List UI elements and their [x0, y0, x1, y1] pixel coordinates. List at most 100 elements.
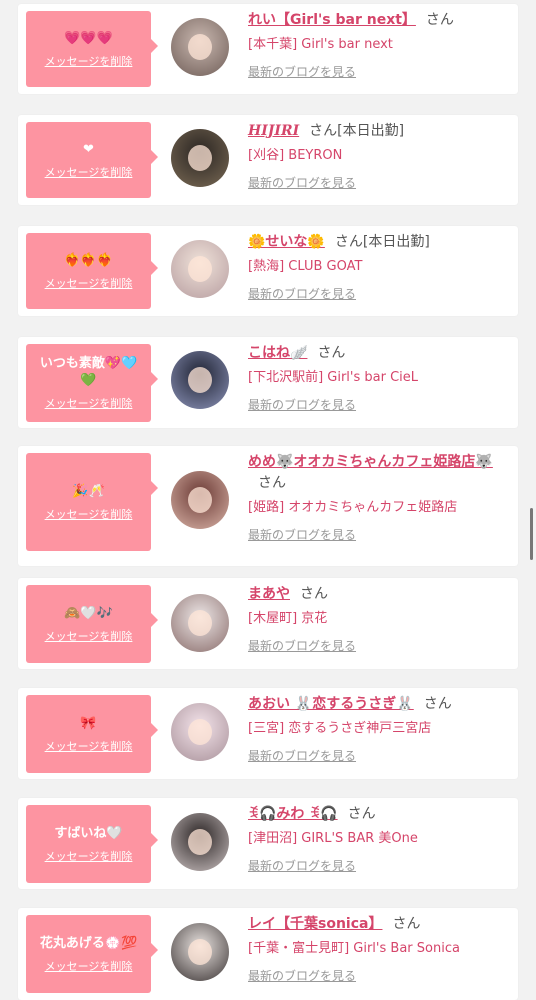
name-line: ꉂ🎧みわ ꉂ🎧 さん: [248, 804, 512, 825]
delete-message-link[interactable]: メッセージを削除: [45, 848, 133, 864]
cast-name-link[interactable]: 🌼せいな🌼: [248, 234, 325, 250]
message-bubble: 🎀 メッセージを削除: [26, 695, 158, 773]
name-line: 🌼せいな🌼 さん[本日出勤]: [248, 232, 512, 253]
message-text: 花丸あげる💮💯: [39, 935, 138, 951]
message-bubble: ❤ メッセージを削除: [26, 122, 158, 198]
delete-message-link[interactable]: メッセージを削除: [45, 738, 133, 754]
shop-label: [下北沢駅前] Girl's bar CieL: [248, 370, 419, 385]
message-text: ❤: [83, 141, 94, 157]
card-info: ꉂ🎧みわ ꉂ🎧 さん [津田沼] GIRL'S BAR 美One 最新のブログを見…: [248, 804, 512, 875]
card-info: まあや さん [木屋町] 京花 最新のブログを見る: [248, 584, 512, 655]
latest-blog-link[interactable]: 最新のブログを見る: [248, 857, 356, 875]
delete-message-link[interactable]: メッセージを削除: [45, 958, 133, 974]
latest-blog-link[interactable]: 最新のブログを見る: [248, 967, 356, 985]
avatar-face: [188, 610, 212, 636]
cast-name-link[interactable]: まあや: [248, 586, 290, 602]
message-bubble: 💗💗💗 メッセージを削除: [26, 11, 158, 87]
latest-blog-link[interactable]: 最新のブログを見る: [248, 396, 356, 414]
shop-label: [三宮] 恋するうさぎ神戸三宮店: [248, 721, 432, 736]
cast-name-link[interactable]: めめ🐺オオカミちゃんカフェ姫路店🐺: [248, 454, 493, 470]
attendance-badge: [本日出勤]: [362, 234, 430, 250]
avatar-face: [188, 939, 212, 965]
shop-label: [刈谷] BEYRON: [248, 148, 343, 163]
card-info: めめ🐺オオカミちゃんカフェ姫路店🐺 さん [姫路] オオカミちゃんカフェ姫路店 最…: [248, 452, 512, 544]
cast-name-link[interactable]: こはね🪽: [248, 345, 307, 361]
message-card: 💗💗💗 メッセージを削除 れい【Girl's bar next】 さん [本千葉]…: [18, 4, 518, 94]
avatar[interactable]: [171, 129, 229, 187]
message-bubble: ❤️‍🔥❤️‍🔥❤️‍🔥 メッセージを削除: [26, 233, 158, 309]
avatar[interactable]: [171, 923, 229, 981]
latest-blog-link[interactable]: 最新のブログを見る: [248, 526, 356, 544]
card-info: HIJIRI さん[本日出勤] [刈谷] BEYRON 最新のブログを見る: [248, 121, 512, 192]
shop-label: [千葉・富士見町] Girl's Bar Sonica: [248, 941, 460, 956]
honorific-label: さん: [300, 586, 328, 602]
message-card: 🎉🥂 メッセージを削除 めめ🐺オオカミちゃんカフェ姫路店🐺 さん [姫路] オオカ…: [18, 446, 518, 566]
name-line: めめ🐺オオカミちゃんカフェ姫路店🐺 さん: [248, 452, 512, 494]
honorific-label: さん: [347, 806, 376, 822]
message-text: 🎀: [80, 715, 97, 731]
honorific-label: さん: [334, 234, 363, 250]
message-card: 🙈🤍🎶 メッセージを削除 まあや さん [木屋町] 京花 最新のブログを見る: [18, 578, 518, 669]
avatar[interactable]: [171, 594, 229, 652]
delete-message-link[interactable]: メッセージを削除: [45, 395, 133, 411]
latest-blog-link[interactable]: 最新のブログを見る: [248, 285, 356, 303]
card-info: 🌼せいな🌼 さん[本日出勤] [熱海] CLUB GOAT 最新のブログを見る: [248, 232, 512, 303]
card-info: れい【Girl's bar next】 さん [本千葉] Girl's bar n…: [248, 10, 512, 81]
latest-blog-link[interactable]: 最新のブログを見る: [248, 637, 356, 655]
name-line: レイ【千葉sonica】 さん: [248, 914, 512, 935]
honorific-label: さん: [317, 345, 346, 361]
avatar-face: [188, 487, 212, 513]
cast-name-link[interactable]: HIJIRI: [248, 123, 299, 139]
message-card: いつも素敵💖🩵💚 メッセージを削除 こはね🪽 さん [下北沢駅前] Girl's …: [18, 337, 518, 428]
name-line: まあや さん: [248, 584, 512, 605]
latest-blog-link[interactable]: 最新のブログを見る: [248, 747, 356, 765]
avatar[interactable]: [171, 18, 229, 76]
avatar[interactable]: [171, 240, 229, 298]
honorific-label: さん: [392, 916, 421, 932]
cast-name-link[interactable]: ꉂ🎧みわ ꉂ🎧: [248, 806, 338, 822]
shop-label: [津田沼] GIRL'S BAR 美One: [248, 831, 418, 846]
message-text: いつも素敵💖🩵💚: [39, 356, 138, 388]
message-card: 🎀 メッセージを削除 あおい 🐰恋するうさぎ🐰 さん [三宮] 恋するうさぎ神戸三…: [18, 688, 518, 779]
avatar[interactable]: [171, 703, 229, 761]
delete-message-link[interactable]: メッセージを削除: [45, 506, 133, 522]
delete-message-link[interactable]: メッセージを削除: [45, 53, 133, 69]
latest-blog-link[interactable]: 最新のブログを見る: [248, 174, 356, 192]
avatar-face: [188, 256, 212, 282]
cast-name-link[interactable]: あおい 🐰恋するうさぎ🐰: [248, 696, 414, 712]
message-text: すばいね🤍: [54, 825, 123, 841]
card-info: あおい 🐰恋するうさぎ🐰 さん [三宮] 恋するうさぎ神戸三宮店 最新のブログを見…: [248, 694, 512, 765]
name-line: HIJIRI さん[本日出勤]: [248, 121, 512, 142]
cast-name-link[interactable]: レイ【千葉sonica】: [248, 916, 382, 932]
delete-message-link[interactable]: メッセージを削除: [45, 275, 133, 291]
shop-label: [本千葉] Girl's bar next: [248, 37, 393, 52]
avatar-face: [188, 34, 212, 60]
avatar-face: [188, 719, 212, 745]
message-text: 💗💗💗: [64, 30, 113, 46]
card-info: レイ【千葉sonica】 さん [千葉・富士見町] Girl's Bar Soni…: [248, 914, 512, 985]
avatar[interactable]: [171, 813, 229, 871]
shop-label: [姫路] オオカミちゃんカフェ姫路店: [248, 500, 458, 515]
message-bubble: いつも素敵💖🩵💚 メッセージを削除: [26, 344, 158, 422]
card-info: こはね🪽 さん [下北沢駅前] Girl's bar CieL 最新のブログを見る: [248, 343, 512, 414]
avatar[interactable]: [171, 471, 229, 529]
name-line: こはね🪽 さん: [248, 343, 512, 364]
shop-label: [熱海] CLUB GOAT: [248, 259, 363, 274]
message-card: 花丸あげる💮💯 メッセージを削除 レイ【千葉sonica】 さん [千葉・富士見町…: [18, 908, 518, 1000]
message-text: ❤️‍🔥❤️‍🔥❤️‍🔥: [64, 252, 113, 268]
delete-message-link[interactable]: メッセージを削除: [45, 628, 133, 644]
message-card: ❤ メッセージを削除 HIJIRI さん[本日出勤] [刈谷] BEYRON 最新…: [18, 115, 518, 205]
avatar[interactable]: [171, 351, 229, 409]
honorific-label: さん: [425, 12, 454, 28]
delete-message-link[interactable]: メッセージを削除: [45, 164, 133, 180]
shop-label: [木屋町] 京花: [248, 611, 328, 626]
cast-name-link[interactable]: れい【Girl's bar next】: [248, 12, 416, 28]
attendance-badge: [本日出勤]: [337, 123, 405, 139]
scrollbar[interactable]: [530, 508, 533, 560]
honorific-label: さん: [258, 475, 286, 491]
avatar-face: [188, 829, 212, 855]
message-bubble: 🙈🤍🎶 メッセージを削除: [26, 585, 158, 663]
latest-blog-link[interactable]: 最新のブログを見る: [248, 63, 356, 81]
name-line: あおい 🐰恋するうさぎ🐰 さん: [248, 694, 512, 715]
honorific-label: さん: [423, 696, 452, 712]
